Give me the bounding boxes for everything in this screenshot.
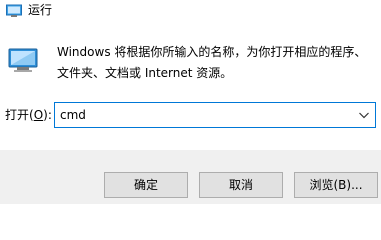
open-label-accelerator: O	[33, 108, 44, 122]
dialog-description: Windows 将根据你所输入的名称，为你打开相应的程序、 文件夹、文档或 In…	[57, 42, 373, 84]
open-label-prefix: 打开(	[5, 108, 34, 122]
ok-button[interactable]: 确定	[104, 172, 188, 198]
description-line-1: Windows 将根据你所输入的名称，为你打开相应的程序、	[57, 45, 367, 59]
run-app-icon	[7, 43, 39, 75]
open-label-suffix: ):	[43, 108, 52, 122]
run-app-icon	[6, 3, 22, 17]
browse-button[interactable]: 浏览(B)...	[294, 172, 378, 198]
open-combobox[interactable]: cmd	[54, 102, 376, 128]
open-label: 打开(O):	[5, 107, 52, 123]
title-bar[interactable]: 运行	[0, 0, 381, 22]
chevron-down-icon[interactable]	[356, 107, 372, 123]
description-line-2: 文件夹、文档或 Internet 资源。	[57, 66, 233, 80]
cancel-button[interactable]: 取消	[199, 172, 283, 198]
open-input[interactable]: cmd	[60, 107, 86, 123]
window-title: 运行	[28, 3, 53, 17]
